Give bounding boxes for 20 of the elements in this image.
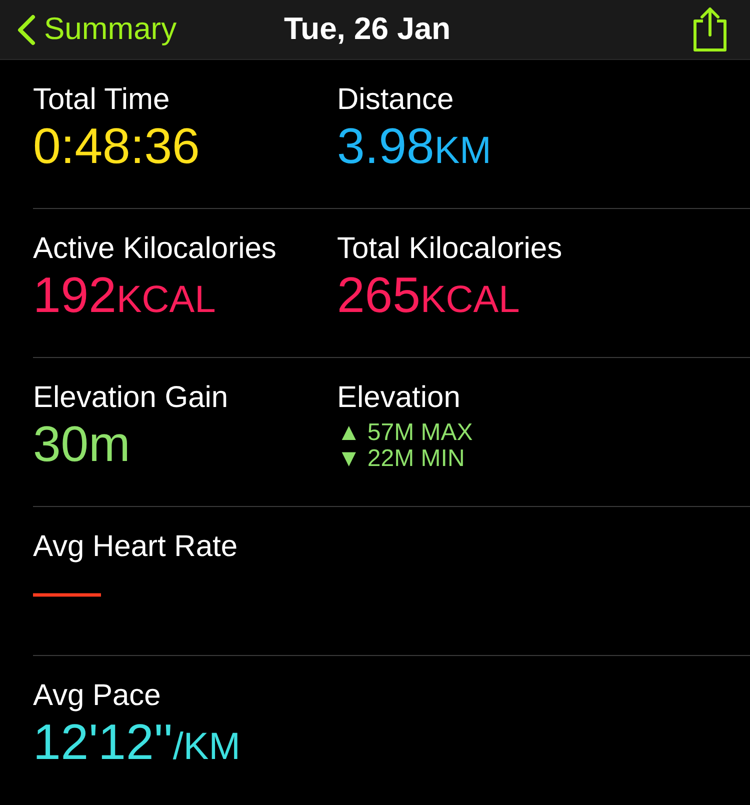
back-button[interactable]: Summary (16, 6, 177, 53)
metric-value: 12'12''/KM (33, 714, 242, 772)
metric-value: 265KCAL (337, 267, 521, 325)
metric-value: 30m (33, 416, 132, 472)
metric-label: Total Kilocalories (337, 231, 564, 267)
elevation-reading: ▲ 57M MAX (337, 420, 474, 446)
elevation-reading: ▼ 22M MIN (337, 446, 466, 472)
nav-title: Tue, 26 Jan (284, 10, 451, 48)
metric-label: Active Kilocalories (33, 231, 278, 267)
metric-label: Elevation (337, 380, 462, 416)
metric-value: 0:48:36 (33, 118, 201, 174)
metric-label: Avg Heart Rate (33, 529, 239, 565)
metric-value: 192KCAL (33, 267, 217, 325)
metric-label: Total Time (33, 82, 171, 118)
metric-label: Distance (337, 82, 455, 118)
chevron-left-icon (16, 14, 36, 46)
metric-label: Avg Pace (33, 678, 162, 714)
empty-value: —— (33, 573, 101, 614)
metric-value: 3.98KM (337, 118, 492, 176)
metric-label: Elevation Gain (33, 380, 230, 416)
